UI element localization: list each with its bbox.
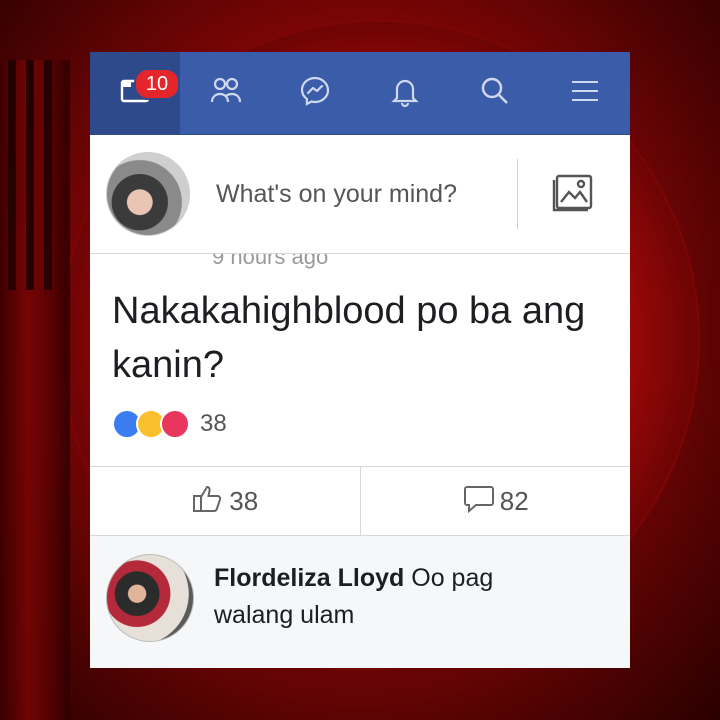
notification-count-badge: 10	[134, 68, 180, 100]
comment: Flordeliza Lloyd Oo pag walang ulam	[90, 536, 630, 668]
post: 9 hours ago Nakakahighblood po ba ang ka…	[90, 254, 630, 444]
nav-friends[interactable]	[180, 52, 270, 134]
commenter-name[interactable]: Flordeliza Lloyd	[214, 564, 404, 592]
nav-messenger[interactable]	[270, 52, 360, 134]
like-button[interactable]: 38	[90, 467, 360, 535]
photo-button[interactable]	[518, 159, 630, 229]
messenger-icon	[298, 74, 332, 113]
nav-search[interactable]	[450, 52, 540, 134]
post-actions: 38 82	[90, 466, 630, 536]
comment-button[interactable]: 82	[359, 467, 631, 535]
comment-body: Flordeliza Lloyd Oo pag walang ulam	[214, 554, 544, 634]
comment-icon	[462, 482, 500, 521]
reaction-count: 38	[200, 410, 227, 437]
nav-menu[interactable]	[540, 52, 630, 134]
post-timestamp: 9 hours ago	[212, 254, 329, 269]
thumbs-up-icon	[191, 482, 229, 521]
facebook-screen: 10 What's on your mind? 9 hours ago Naka…	[90, 52, 630, 668]
friends-icon	[208, 74, 242, 113]
photo-icon	[551, 171, 597, 218]
bell-icon	[388, 74, 422, 113]
post-text: Nakakahighblood po ba ang kanin?	[112, 290, 586, 386]
hamburger-icon	[568, 74, 602, 113]
nav-news-feed[interactable]: 10	[90, 52, 180, 134]
nav-notifications[interactable]	[360, 52, 450, 134]
commenter-avatar[interactable]	[106, 554, 194, 642]
background-fork	[0, 60, 70, 720]
top-navbar: 10	[90, 52, 630, 135]
status-composer: What's on your mind?	[90, 135, 630, 254]
comment-count: 82	[499, 485, 529, 516]
search-icon	[478, 74, 512, 113]
like-count: 38	[229, 485, 259, 516]
whats-on-your-mind-input[interactable]: What's on your mind?	[190, 159, 518, 229]
love-reaction-icon	[160, 409, 190, 439]
reactions-summary[interactable]: 38	[112, 404, 608, 444]
user-avatar[interactable]	[106, 152, 190, 236]
